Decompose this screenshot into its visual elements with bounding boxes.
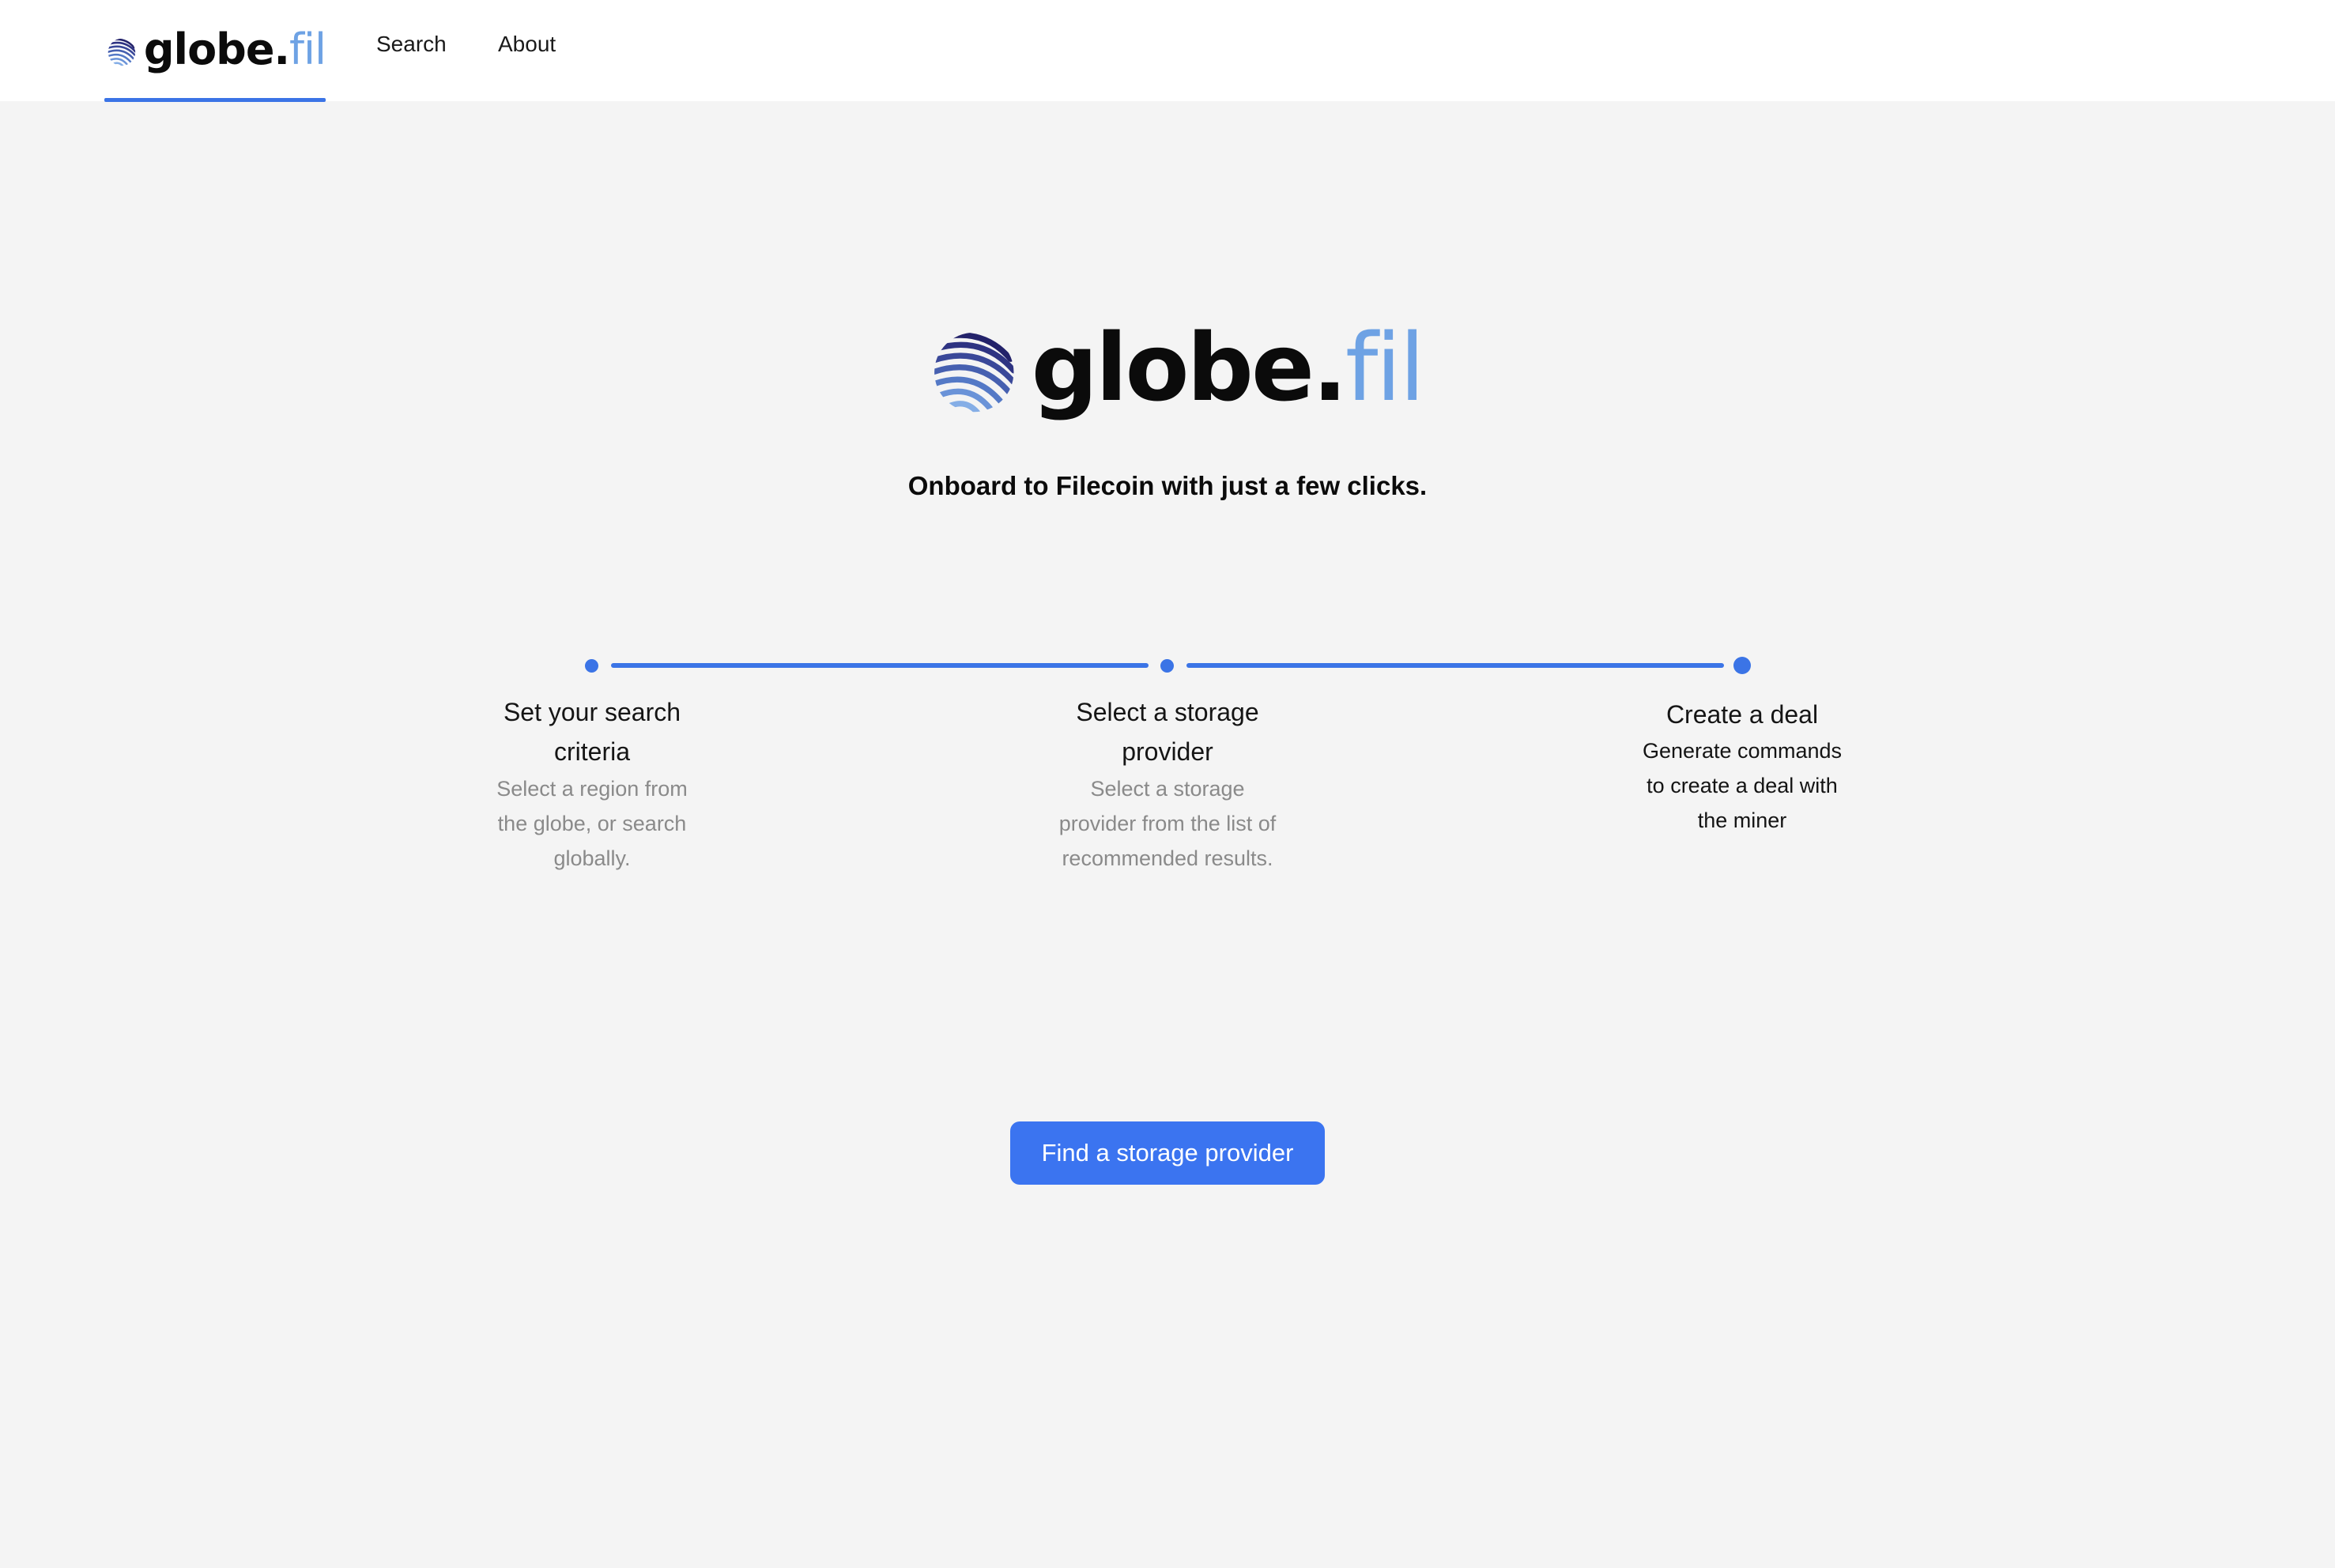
hero-wordmark-main: globe. xyxy=(1031,313,1348,422)
step-1-dot xyxy=(585,659,598,673)
step-description: Select a region from the globe, or searc… xyxy=(496,777,688,870)
stepper-connector xyxy=(611,663,1149,668)
striped-globe-icon xyxy=(933,302,1016,443)
step-title: Create a deal xyxy=(1665,700,1819,729)
step-2-dot xyxy=(1160,659,1174,673)
nav-home-logo-link[interactable]: globe.fil xyxy=(104,0,326,101)
active-nav-indicator xyxy=(104,98,326,102)
hero-logo: globe.fil xyxy=(933,297,1425,447)
step-title: Select a storage provider xyxy=(1076,698,1259,766)
nav-about-link[interactable]: About xyxy=(498,32,556,57)
striped-globe-icon xyxy=(108,21,136,84)
find-storage-provider-button[interactable]: Find a storage provider xyxy=(1010,1121,1325,1185)
step-set-search-criteria: Set your search criteria Select a region… xyxy=(473,692,711,876)
hero-wordmark: globe.fil xyxy=(1031,313,1425,422)
nav-wordmark-main: globe. xyxy=(143,24,290,74)
nav-wordmark: globe.fil xyxy=(144,24,326,74)
step-description: Select a storage provider from the list … xyxy=(1058,777,1277,870)
step-select-storage-provider: Select a storage provider Select a stora… xyxy=(1049,692,1286,876)
nav-wordmark-accent: fil xyxy=(289,24,326,74)
stepper-connector xyxy=(1186,663,1724,668)
hero-tagline: Onboard to Filecoin with just a few clic… xyxy=(907,471,1428,500)
hero-wordmark-accent: fil xyxy=(1345,313,1425,422)
top-navbar: globe.fil Search About xyxy=(0,0,2335,102)
step-description: Generate commands to create a deal with … xyxy=(1642,739,1843,832)
nav-search-link[interactable]: Search xyxy=(376,32,447,57)
step-title: Set your search criteria xyxy=(503,698,681,766)
step-create-deal: Create a deal Generate commands to creat… xyxy=(1624,695,1861,838)
step-3-dot xyxy=(1733,657,1751,674)
